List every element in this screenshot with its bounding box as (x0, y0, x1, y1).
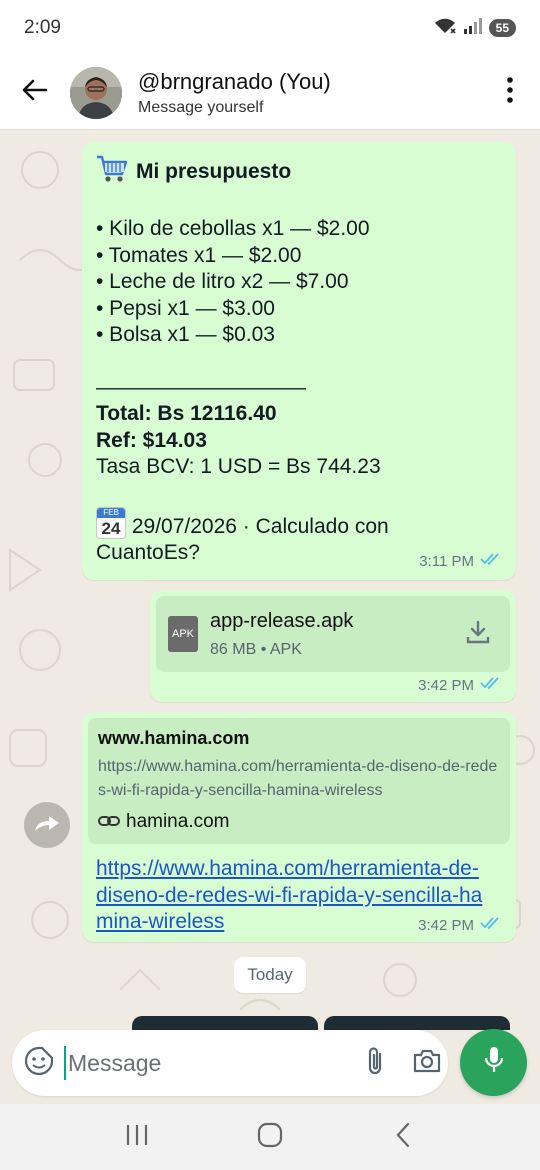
home-icon (257, 1122, 283, 1153)
budget-item: • Bolsa x1 — $0.03 (96, 323, 275, 346)
camera-icon (412, 1048, 442, 1079)
budget-item: • Kilo de cebollas x1 — $2.00 (96, 217, 370, 240)
status-icons: 55 (433, 17, 516, 40)
next-message-preview (324, 1016, 510, 1030)
battery-icon: 55 (488, 19, 516, 37)
recents-button[interactable] (107, 1112, 167, 1162)
download-icon (465, 619, 491, 650)
read-ticks-icon (480, 552, 502, 570)
forward-icon (33, 813, 61, 838)
link-preview-description: https://www.hamina.com/herramienta-de-di… (98, 758, 498, 799)
message-input[interactable] (64, 1046, 364, 1080)
next-message-preview (132, 1016, 318, 1030)
emoji-sticker-button[interactable] (24, 1043, 54, 1083)
contact-name: @brngranado (You) (138, 68, 331, 94)
voice-message-button[interactable] (460, 1029, 527, 1096)
file-info: app-release.apk 86 MB • APK (210, 610, 353, 659)
back-button[interactable] (0, 58, 70, 128)
message-meta: 3:11 PM (419, 552, 502, 570)
file-meta: 86 MB • APK (210, 640, 302, 658)
back-arrow-icon (22, 79, 48, 106)
budget-total: Total: Bs 12116.40 (96, 402, 277, 425)
budget-item: • Pepsi x1 — $3.00 (96, 296, 275, 320)
nav-back-button[interactable] (373, 1112, 433, 1162)
link-preview-domain-row: hamina.com (98, 811, 500, 833)
read-ticks-icon (480, 676, 502, 694)
sticker-icon (24, 1046, 54, 1081)
message-bubble-file[interactable]: APK app-release.apk 86 MB • APK 3:42 PM (150, 590, 516, 702)
contact-subtitle: Message yourself (138, 98, 264, 116)
link-preview[interactable]: www.hamina.com https://www.hamina.com/he… (88, 718, 510, 844)
link-icon (98, 811, 120, 833)
microphone-icon (483, 1045, 505, 1080)
read-ticks-icon (480, 916, 502, 934)
wifi-icon (433, 17, 457, 40)
status-bar: 2:09 55 (0, 0, 540, 56)
more-vert-icon (506, 77, 514, 108)
chat-area[interactable]: Mi presupuesto • Kilo de cebollas x1 — $… (0, 130, 540, 1030)
system-nav-bar (0, 1104, 540, 1170)
download-button[interactable] (458, 614, 498, 654)
composer (12, 1030, 448, 1096)
message-bubble-link[interactable]: www.hamina.com https://www.hamina.com/he… (82, 712, 516, 942)
budget-ref: Ref: $14.03 (96, 428, 207, 452)
message-meta: 3:42 PM (418, 676, 502, 694)
budget-footer-text: 29/07/2026 · Calculado con CuantoEs? (96, 514, 389, 565)
budget-rate: Tasa BCV: 1 USD = Bs 744.23 (96, 455, 381, 478)
link-preview-title: www.hamina.com (98, 728, 250, 748)
budget-footer: FEB 24 29/07/2026 · Calculado con Cuanto… (96, 506, 426, 567)
link-preview-domain: hamina.com (126, 811, 230, 832)
budget-item: • Tomates x1 — $2.00 (96, 243, 302, 267)
message-time: 3:42 PM (418, 676, 474, 694)
avatar[interactable] (70, 66, 122, 119)
home-button[interactable] (240, 1112, 300, 1162)
shopping-cart-icon (96, 154, 128, 190)
more-options-button[interactable] (480, 63, 540, 123)
message-meta: 3:42 PM (418, 916, 502, 934)
budget-separator: —————————— (96, 375, 306, 399)
paperclip-icon (364, 1046, 386, 1081)
calendar-icon: FEB 24 (96, 506, 126, 539)
file-attachment[interactable]: APK app-release.apk 86 MB • APK (156, 596, 510, 672)
apk-icon-label: APK (171, 628, 194, 640)
budget-title-row: Mi presupuesto (96, 154, 502, 190)
date-divider: Today (234, 957, 306, 993)
calendar-day: 24 (101, 518, 121, 538)
calendar-month: FEB (97, 507, 125, 518)
recents-icon (125, 1124, 149, 1151)
signal-icon (463, 17, 483, 39)
file-name: app-release.apk (210, 609, 354, 632)
apk-file-icon: APK (168, 616, 198, 652)
message-time: 3:11 PM (419, 552, 474, 570)
camera-button[interactable] (412, 1043, 442, 1083)
message-bubble-budget[interactable]: Mi presupuesto • Kilo de cebollas x1 — $… (82, 142, 516, 580)
message-time: 3:42 PM (418, 916, 474, 934)
attach-button[interactable] (364, 1043, 386, 1083)
budget-item: • Leche de litro x2 — $7.00 (96, 270, 349, 293)
nav-back-icon (394, 1122, 412, 1153)
status-time: 2:09 (24, 17, 61, 38)
forward-button[interactable] (24, 802, 70, 848)
chat-header: @brngranado (You) Message yourself (0, 56, 540, 130)
budget-title: Mi presupuesto (136, 160, 292, 183)
contact-info[interactable]: @brngranado (You) Message yourself (138, 69, 331, 117)
